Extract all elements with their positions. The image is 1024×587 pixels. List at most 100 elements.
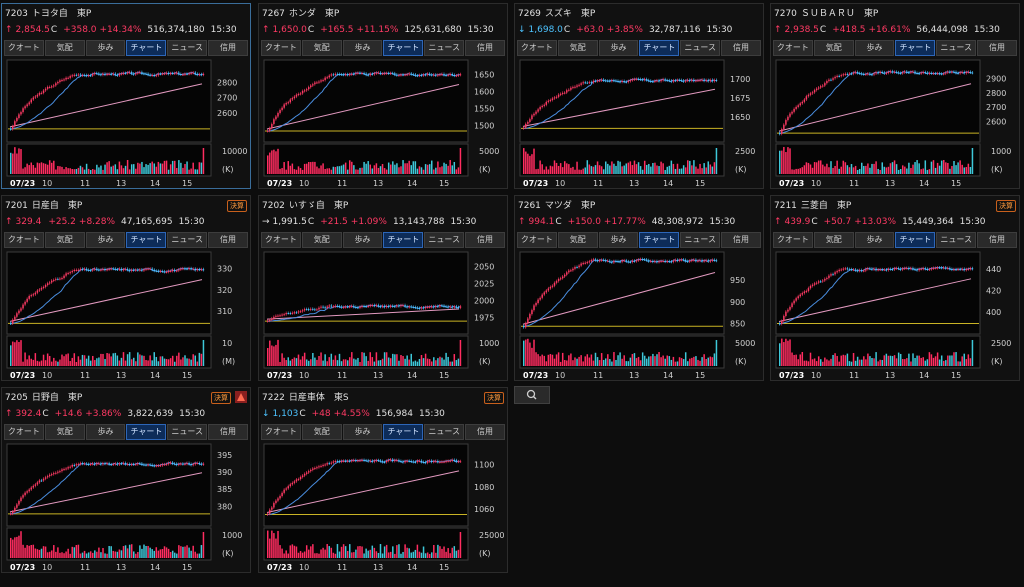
tab-tick[interactable]: 歩み — [85, 424, 126, 440]
intraday-chart[interactable]: 16501600155015005000(K)07/23 10 11 13 14 15 — [259, 58, 508, 189]
tab-quote[interactable]: クオート — [773, 232, 813, 248]
tab-chart[interactable]: チャート — [126, 424, 167, 440]
volume-bar — [431, 552, 433, 558]
tab-news[interactable]: ニュース — [424, 424, 465, 440]
stock-panel-7201[interactable]: 7201 日産自 東P 決算 ↑ 329.4 +25.2 +8.28% 47,165,695 15… — [1, 195, 251, 381]
tab-quote[interactable]: クオート — [773, 40, 813, 56]
tab-chart[interactable]: チャート — [126, 232, 167, 248]
stock-panel-7211[interactable]: 7211 三菱自 東P 決算 ↑ 439.9C +50.7 +13.03% 15,449,364… — [770, 195, 1020, 381]
tab-quote[interactable]: クオート — [4, 232, 44, 248]
search-button[interactable] — [514, 386, 550, 404]
intraday-chart[interactable]: 9509008505000(K)07/23 10 11 13 14 15 — [515, 250, 764, 381]
candle-body — [295, 94, 298, 97]
intraday-chart[interactable]: 29002800270026001000(K)07/23 10 11 13 14 15 — [771, 58, 1020, 189]
tab-tick[interactable]: 歩み — [342, 424, 383, 440]
tab-tick[interactable]: 歩み — [854, 40, 895, 56]
tab-bid-ask[interactable]: 気配 — [44, 40, 85, 56]
tab-quote[interactable]: クオート — [261, 424, 301, 440]
stock-panel-7202[interactable]: 7202 いすゞ自 東P → 1,991.5C +21.5 +1.09% 13,143,788… — [258, 195, 508, 381]
volume-bar — [564, 360, 566, 366]
tab-bid-ask[interactable]: 気配 — [301, 424, 342, 440]
tab-chart[interactable]: チャート — [126, 40, 167, 56]
tab-tick[interactable]: 歩み — [342, 40, 383, 56]
stock-panel-7222[interactable]: 7222 日産車体 東S 決算 ↓ 1,103C +48 +4.55% 156,984 15:30… — [258, 387, 508, 573]
stock-panel-7269[interactable]: 7269 スズキ 東P ↓ 1,698.0C +63.0 +3.85% 32,787,116 1… — [514, 3, 764, 189]
intraday-chart[interactable]: 33032031010(M)07/23 10 11 13 14 15 — [2, 250, 251, 381]
tab-margin[interactable]: 信用 — [465, 40, 505, 56]
tab-chart[interactable]: チャート — [383, 424, 424, 440]
tab-bid-ask[interactable]: 気配 — [44, 232, 85, 248]
volume-bar — [813, 358, 816, 366]
date-label: 07/23 — [267, 371, 292, 380]
tab-chart[interactable]: チャート — [895, 40, 936, 56]
tab-quote[interactable]: クオート — [517, 40, 557, 56]
volume-bar — [897, 169, 900, 174]
tab-bid-ask[interactable]: 気配 — [44, 424, 85, 440]
candle-body — [785, 311, 787, 316]
tab-chart[interactable]: チャート — [639, 232, 680, 248]
stock-panel-7205[interactable]: 7205 日野自 東P 決算 ↑ 392.4C +14.6 +3.86% 3,822,639 15… — [1, 387, 251, 573]
tab-news[interactable]: ニュース — [167, 40, 208, 56]
tab-margin[interactable]: 信用 — [208, 424, 248, 440]
tab-margin[interactable]: 信用 — [208, 40, 248, 56]
stock-panel-7270[interactable]: 7270 ＳＵＢＡＲＵ 東P ↑ 2,938.5C +418.5 +16.61% 56,444… — [770, 3, 1020, 189]
x-tick-label: 10 — [811, 179, 821, 188]
tab-quote[interactable]: クオート — [261, 40, 301, 56]
candle-body — [151, 464, 153, 466]
volume-bar — [885, 167, 888, 174]
tab-chart[interactable]: チャート — [639, 40, 680, 56]
tab-news[interactable]: ニュース — [680, 40, 721, 56]
tab-bid-ask[interactable]: 気配 — [557, 232, 598, 248]
candle-body — [699, 260, 701, 262]
tab-tick[interactable]: 歩み — [598, 40, 639, 56]
tab-bid-ask[interactable]: 気配 — [813, 232, 854, 248]
candle-body — [379, 306, 382, 308]
tab-news[interactable]: ニュース — [936, 40, 977, 56]
tab-chart[interactable]: チャート — [383, 232, 424, 248]
tab-news[interactable]: ニュース — [424, 232, 465, 248]
tab-margin[interactable]: 信用 — [721, 232, 761, 248]
tab-bid-ask[interactable]: 気配 — [301, 40, 342, 56]
tab-margin[interactable]: 信用 — [465, 232, 505, 248]
tab-news[interactable]: ニュース — [424, 40, 465, 56]
tab-quote[interactable]: クオート — [261, 232, 301, 248]
tab-tick[interactable]: 歩み — [342, 232, 383, 248]
tab-chart[interactable]: チャート — [383, 40, 424, 56]
tab-quote[interactable]: クオート — [4, 40, 44, 56]
tab-tick[interactable]: 歩み — [854, 232, 895, 248]
tab-margin[interactable]: 信用 — [208, 232, 248, 248]
quote-line: ↑ 1,650.0C +165.5 +11.15% 125,631,680 15:30 — [262, 24, 503, 37]
intraday-chart[interactable]: 28002700260010000(K)07/23 10 11 13 14 15 — [2, 58, 251, 189]
tab-news[interactable]: ニュース — [167, 424, 208, 440]
intraday-chart[interactable]: 20502025200019751000(K)07/23 10 11 13 14 15 — [259, 250, 508, 381]
tab-bid-ask[interactable]: 気配 — [301, 232, 342, 248]
tab-tick[interactable]: 歩み — [598, 232, 639, 248]
tab-margin[interactable]: 信用 — [721, 40, 761, 56]
tab-margin[interactable]: 信用 — [465, 424, 505, 440]
intraday-chart[interactable]: 4404204002500(K)07/23 10 11 13 14 15 — [771, 250, 1020, 381]
tab-bid-ask[interactable]: 気配 — [813, 40, 854, 56]
volume-bar — [312, 161, 314, 174]
stock-panel-7261[interactable]: 7261 マツダ 東P ↑ 994.1C +150.0 +17.77% 48,308,972 1… — [514, 195, 764, 381]
stock-panel-7203[interactable]: 7203 トヨタ自 東P ↑ 2,854.5C +358.0 +14.34% 516,374,… — [1, 3, 251, 189]
stock-panel-7267[interactable]: 7267 ホンダ 東P ↑ 1,650.0C +165.5 +11.15% 125,631,6… — [258, 3, 508, 189]
tab-news[interactable]: ニュース — [680, 232, 721, 248]
tab-tick[interactable]: 歩み — [85, 232, 126, 248]
tab-margin[interactable]: 信用 — [977, 232, 1017, 248]
intraday-chart[interactable]: 3953903853801000(K)07/23 10 11 13 14 15 — [2, 442, 251, 573]
tab-margin[interactable]: 信用 — [977, 40, 1017, 56]
tab-quote[interactable]: クオート — [4, 424, 44, 440]
tab-chart[interactable]: チャート — [895, 232, 936, 248]
intraday-chart[interactable]: 1700167516502500(K)07/23 10 11 13 14 15 — [515, 58, 764, 189]
panel-tabs: クオート 気配 歩み チャート ニュース 信用 — [261, 40, 505, 56]
tab-news[interactable]: ニュース — [936, 232, 977, 248]
warning-icon[interactable] — [235, 391, 247, 403]
volume-bar — [106, 353, 108, 366]
tab-tick[interactable]: 歩み — [85, 40, 126, 56]
tab-bid-ask[interactable]: 気配 — [557, 40, 598, 56]
volume-bar — [961, 356, 963, 366]
tab-quote[interactable]: クオート — [517, 232, 557, 248]
intraday-chart[interactable]: 11001080106025000(K)07/23 10 11 13 14 15 — [259, 442, 508, 573]
tab-news[interactable]: ニュース — [167, 232, 208, 248]
volume-bar — [783, 146, 785, 174]
